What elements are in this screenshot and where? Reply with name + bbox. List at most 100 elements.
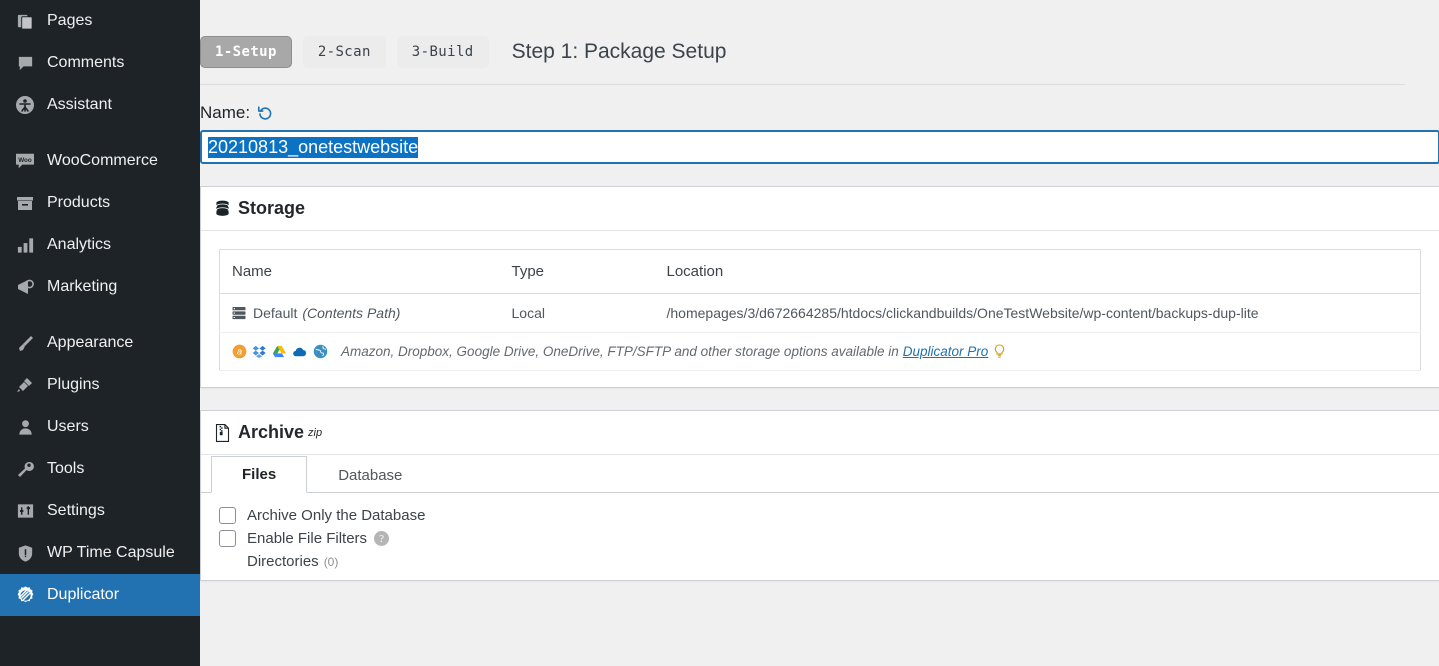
storage-name-cell: Default (Contents Path)	[220, 294, 500, 333]
sidebar-item-label: Plugins	[47, 377, 99, 393]
sidebar-item-label: Pages	[47, 13, 92, 29]
analytics-icon	[10, 236, 40, 254]
duplicator-icon	[10, 585, 40, 606]
storage-name-text: Default	[253, 305, 297, 321]
step-tab-setup[interactable]: 1-Setup	[200, 36, 292, 68]
sidebar-item-wp-time-capsule[interactable]: WP Time Capsule	[0, 532, 200, 574]
storage-panel-title: Storage	[238, 198, 305, 219]
step-tab-build[interactable]: 3-Build	[397, 36, 489, 68]
sidebar-item-label: Duplicator	[47, 587, 119, 603]
sidebar-item-woocommerce[interactable]: Woo WooCommerce	[0, 140, 200, 182]
archive-tab-files[interactable]: Files	[211, 456, 307, 493]
storage-panel-header: Storage	[201, 187, 1439, 231]
package-name-section: Name:	[200, 85, 1405, 164]
woocommerce-icon: Woo	[10, 152, 40, 170]
page-title: Step 1: Package Setup	[512, 40, 727, 64]
svg-text:Woo: Woo	[18, 157, 32, 164]
sidebar-item-label: Analytics	[47, 237, 111, 253]
storage-providers-row: a	[220, 333, 1421, 371]
sidebar-divider	[0, 308, 200, 322]
sidebar-item-pages[interactable]: Pages	[0, 0, 200, 42]
plugins-icon	[10, 376, 40, 394]
table-row[interactable]: Default (Contents Path) Local /homepages…	[220, 294, 1421, 333]
sidebar-item-users[interactable]: Users	[0, 406, 200, 448]
admin-screen: Pages Comments Assistant Woo WooCommerce	[0, 0, 1439, 666]
column-header-name: Name	[220, 250, 500, 294]
step-tabs-bar: 1-Setup 2-Scan 3-Build Step 1: Package S…	[200, 0, 1405, 84]
sidebar-item-assistant[interactable]: Assistant	[0, 84, 200, 126]
archive-panel: Archive zip Files Database Archive Only …	[200, 410, 1439, 581]
comments-icon	[10, 54, 40, 73]
sidebar-item-products[interactable]: Products	[0, 182, 200, 224]
duplicator-pro-link[interactable]: Duplicator Pro	[903, 344, 989, 359]
assistant-icon	[10, 95, 40, 115]
archive-tabs: Files Database	[201, 455, 1439, 493]
sidebar-item-label: Tools	[47, 461, 84, 477]
users-icon	[10, 418, 40, 436]
providers-note: a	[232, 344, 1408, 359]
sidebar-item-label: WooCommerce	[47, 153, 158, 169]
sidebar-item-tools[interactable]: Tools	[0, 448, 200, 490]
sidebar-item-analytics[interactable]: Analytics	[0, 224, 200, 266]
package-name-input[interactable]	[200, 130, 1439, 164]
sidebar-divider	[0, 126, 200, 140]
admin-sidebar: Pages Comments Assistant Woo WooCommerce	[0, 0, 200, 666]
storage-type-cell: Local	[500, 294, 655, 333]
directories-label: Directories	[247, 553, 319, 570]
sidebar-item-label: Marketing	[47, 279, 117, 295]
main-content: 1-Setup 2-Scan 3-Build Step 1: Package S…	[200, 0, 1439, 666]
directories-row[interactable]: Directories (0)	[219, 553, 1421, 570]
dropbox-icon	[252, 344, 267, 359]
sidebar-item-appearance[interactable]: Appearance	[0, 322, 200, 364]
help-icon[interactable]: ?	[374, 531, 389, 546]
google-drive-icon	[272, 344, 287, 359]
sidebar-item-label: Comments	[47, 55, 124, 71]
archive-tab-database[interactable]: Database	[307, 457, 433, 493]
archive-only-database-label: Archive Only the Database	[247, 507, 425, 524]
providers-note-text: Amazon, Dropbox, Google Drive, OneDrive,…	[341, 344, 899, 359]
sidebar-item-settings[interactable]: Settings	[0, 490, 200, 532]
database-icon	[215, 200, 230, 217]
products-icon	[10, 194, 40, 212]
sidebar-item-label: WP Time Capsule	[47, 545, 175, 561]
storage-location-cell: /homepages/3/d672664285/htdocs/clickandb…	[655, 294, 1421, 333]
sidebar-item-duplicator[interactable]: Duplicator	[0, 574, 200, 616]
tools-icon	[10, 460, 40, 478]
archive-panel-title: Archive	[238, 422, 304, 443]
settings-icon	[10, 502, 40, 520]
archive-only-database-row[interactable]: Archive Only the Database	[219, 507, 1421, 524]
appearance-icon	[10, 334, 40, 352]
storage-name-note: (Contents Path)	[302, 305, 400, 321]
enable-file-filters-checkbox[interactable]	[219, 530, 236, 547]
storage-table: Name Type Location	[219, 249, 1421, 371]
sidebar-item-label: Users	[47, 419, 89, 435]
sidebar-item-label: Settings	[47, 503, 105, 519]
sidebar-item-comments[interactable]: Comments	[0, 42, 200, 84]
shield-icon	[10, 544, 40, 563]
column-header-location: Location	[655, 250, 1421, 294]
enable-file-filters-label: Enable File Filters	[247, 530, 367, 547]
step-tab-scan[interactable]: 2-Scan	[303, 36, 386, 68]
sidebar-item-label: Products	[47, 195, 110, 211]
archive-only-database-checkbox[interactable]	[219, 507, 236, 524]
pages-icon	[10, 12, 40, 31]
archive-format-superscript: zip	[308, 427, 322, 439]
sidebar-item-plugins[interactable]: Plugins	[0, 364, 200, 406]
enable-file-filters-row[interactable]: Enable File Filters ?	[219, 530, 1421, 547]
sidebar-item-marketing[interactable]: Marketing	[0, 266, 200, 308]
lightbulb-icon	[993, 344, 1006, 359]
storage-panel-body: Name Type Location	[201, 231, 1439, 387]
server-icon	[232, 306, 246, 320]
package-name-label: Name:	[200, 103, 250, 123]
globe-icon	[313, 344, 328, 359]
table-header-row: Name Type Location	[220, 250, 1421, 294]
directories-count: (0)	[324, 555, 339, 569]
storage-panel: Storage Name Type Location	[200, 186, 1439, 388]
zip-file-icon	[215, 424, 230, 442]
archive-panel-header: Archive zip	[201, 411, 1439, 455]
undo-icon[interactable]	[257, 105, 273, 121]
svg-text:a: a	[237, 347, 242, 357]
column-header-type: Type	[500, 250, 655, 294]
archive-files-body: Archive Only the Database Enable File Fi…	[201, 493, 1439, 580]
marketing-icon	[10, 278, 40, 296]
